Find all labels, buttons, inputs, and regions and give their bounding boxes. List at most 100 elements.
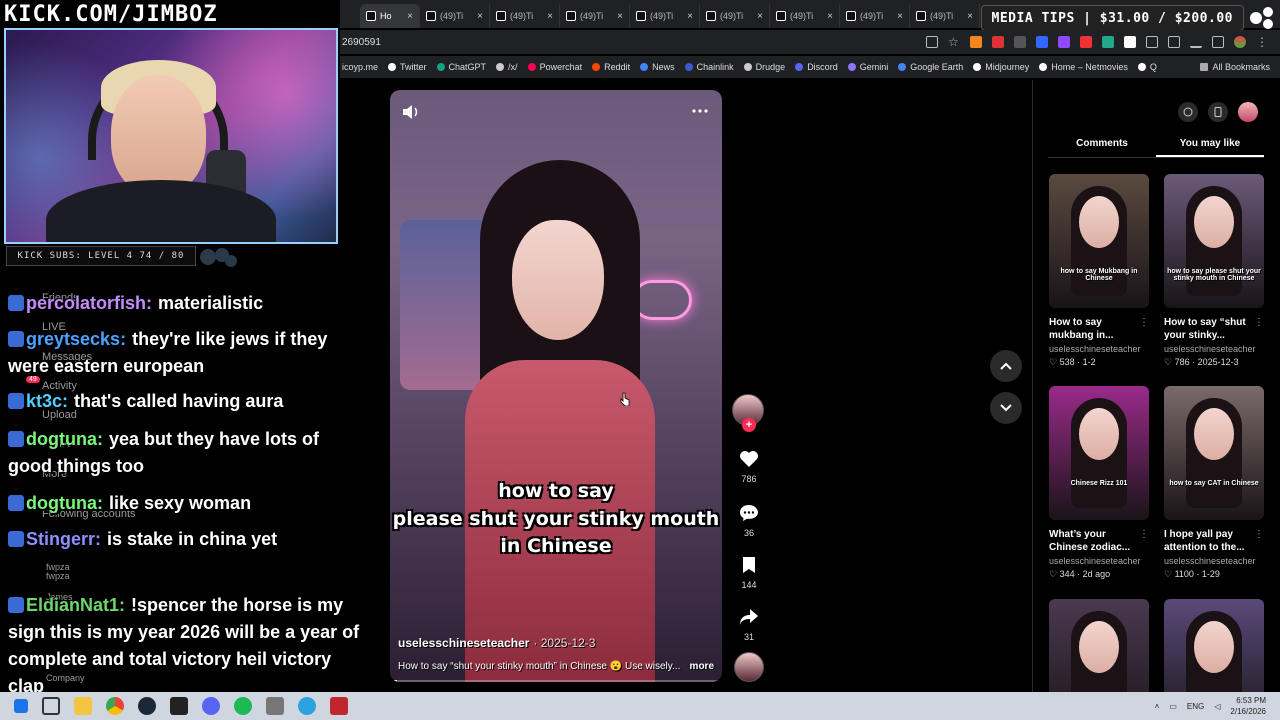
tab-close-icon[interactable]: × bbox=[617, 11, 623, 22]
bookmark-item[interactable]: News bbox=[640, 62, 675, 72]
chat-username[interactable]: Stingerr: bbox=[26, 529, 101, 549]
video-thumbnail[interactable]: Chinese Rizz 101 bbox=[1049, 386, 1149, 520]
video-thumbnail[interactable]: how to say please shut your stinky mouth… bbox=[1164, 174, 1264, 308]
browser-tab[interactable]: Ho × bbox=[360, 4, 420, 28]
chat-username[interactable]: greytsecks: bbox=[26, 329, 126, 349]
card-more-icon[interactable]: ⋮ bbox=[1139, 528, 1149, 554]
calendar-icon[interactable] bbox=[992, 36, 1004, 48]
video-thumbnail[interactable]: how to say Mukbang in Chinese bbox=[1049, 174, 1149, 308]
media-control-icon[interactable] bbox=[1212, 36, 1224, 48]
extension-icon[interactable] bbox=[1014, 36, 1026, 48]
follow-plus-icon[interactable]: + bbox=[742, 418, 756, 432]
phone-icon[interactable] bbox=[1208, 102, 1228, 122]
card-more-icon[interactable]: ⋮ bbox=[1254, 316, 1264, 342]
tab-close-icon[interactable]: × bbox=[757, 11, 763, 22]
bookmark-item[interactable]: Gemini bbox=[847, 62, 888, 72]
bookmark-item[interactable]: /x/ bbox=[496, 62, 518, 72]
card-author[interactable]: uselesschineseteacher bbox=[1164, 556, 1264, 566]
telegram-icon[interactable] bbox=[298, 697, 316, 715]
bookmark-item[interactable]: Midjourney bbox=[973, 62, 1029, 72]
card-title[interactable]: What’s your Chinese zodiac... bbox=[1049, 528, 1139, 554]
translate-icon[interactable] bbox=[1036, 36, 1048, 48]
network-icon[interactable]: ▭ bbox=[1169, 702, 1177, 711]
bookmark-item[interactable]: ChatGPT bbox=[436, 62, 486, 72]
bookmark-item[interactable]: Drudge bbox=[743, 62, 785, 72]
browser-tab[interactable]: (49)Ti × bbox=[490, 4, 560, 28]
video-player[interactable]: how to say please shut your stinky mouth… bbox=[390, 90, 722, 682]
bookmark-item[interactable]: Google Earth bbox=[898, 62, 963, 72]
volume-icon[interactable] bbox=[402, 104, 420, 120]
card-author[interactable]: uselesschineseteacher bbox=[1049, 556, 1149, 566]
chrome-icon[interactable] bbox=[106, 697, 124, 715]
tab-comments[interactable]: Comments bbox=[1048, 130, 1156, 157]
browser-tab[interactable]: (49)Ti × bbox=[910, 4, 980, 28]
share-button[interactable]: 31 bbox=[732, 608, 766, 642]
user-avatar[interactable] bbox=[1238, 102, 1258, 122]
settings-gear-icon[interactable] bbox=[266, 697, 284, 715]
task-view-icon[interactable] bbox=[42, 697, 60, 715]
share-icon[interactable] bbox=[926, 36, 938, 48]
browser-tab[interactable]: (49)Ti × bbox=[840, 4, 910, 28]
menu-icon[interactable]: ⋮ bbox=[1256, 36, 1268, 48]
more-options-icon[interactable] bbox=[692, 108, 708, 114]
browser-tab[interactable]: (49)Ti × bbox=[630, 4, 700, 28]
previous-video-button[interactable] bbox=[990, 350, 1022, 382]
url-text[interactable]: 2690591 bbox=[342, 37, 381, 48]
chat-username[interactable]: dogtuna: bbox=[26, 493, 103, 513]
author-name[interactable]: uselesschineseteacher bbox=[398, 636, 529, 650]
browser-tab[interactable]: (49)Ti × bbox=[560, 4, 630, 28]
creator-avatar-button[interactable]: + bbox=[732, 394, 766, 432]
recommended-video-card[interactable]: how to say CAT in Chinese I hope yall pay… bbox=[1164, 386, 1264, 580]
sidepanel-icon[interactable] bbox=[1168, 36, 1180, 48]
adobe-icon[interactable] bbox=[330, 697, 348, 715]
bookmark-item[interactable]: Chainlink bbox=[684, 62, 734, 72]
bookmark-item[interactable]: Discord bbox=[795, 62, 838, 72]
chat-username[interactable]: percolatorfish: bbox=[26, 293, 152, 313]
recommended-video-card[interactable]: Chinese Rizz 101 What’s your Chinese zodi… bbox=[1049, 386, 1149, 580]
card-title[interactable]: How to say mukbang in... bbox=[1049, 316, 1139, 342]
card-title[interactable]: I hope yall pay attention to the... bbox=[1164, 528, 1254, 554]
star-icon[interactable]: ☆ bbox=[948, 36, 960, 48]
video-author[interactable]: uselesschineseteacher · 2025-12-3 bbox=[398, 636, 595, 650]
steam-icon[interactable] bbox=[138, 697, 156, 715]
profile-avatar-icon[interactable] bbox=[1234, 36, 1246, 48]
windows-start-icon[interactable] bbox=[14, 699, 28, 713]
x-icon[interactable] bbox=[1124, 36, 1136, 48]
tab-close-icon[interactable]: × bbox=[827, 11, 833, 22]
next-video-button[interactable] bbox=[990, 392, 1022, 424]
card-author[interactable]: uselesschineseteacher bbox=[1164, 344, 1264, 354]
tray-chevron-icon[interactable]: ˄ bbox=[1155, 702, 1160, 711]
metamask-icon[interactable] bbox=[970, 36, 982, 48]
language-indicator[interactable]: ENG bbox=[1187, 702, 1204, 711]
browser-tab[interactable]: (49)Ti × bbox=[770, 4, 840, 28]
all-bookmarks-button[interactable]: All Bookmarks bbox=[1200, 62, 1280, 72]
browser-tab[interactable]: (49)Ti × bbox=[420, 4, 490, 28]
save-button[interactable]: 144 bbox=[732, 556, 766, 590]
volume-tray-icon[interactable]: ◁ bbox=[1214, 702, 1220, 711]
bookmark-item[interactable]: Home – Netmovies bbox=[1039, 62, 1128, 72]
more-link[interactable]: more bbox=[690, 661, 714, 672]
file-explorer-icon[interactable] bbox=[74, 697, 92, 715]
puzzle-icon[interactable] bbox=[1146, 36, 1158, 48]
bookmark-item[interactable]: Reddit bbox=[592, 62, 630, 72]
address-bar[interactable]: 2690591 ☆ ⋮ bbox=[340, 30, 1280, 54]
chat-username[interactable]: EldianNat1: bbox=[26, 595, 125, 615]
browser-tab[interactable]: (49)Ti × bbox=[700, 4, 770, 28]
clock[interactable]: 6:53 PM 2/16/2026 bbox=[1230, 695, 1266, 717]
bookmark-item[interactable]: Twitter bbox=[388, 62, 427, 72]
discord-icon[interactable] bbox=[202, 697, 220, 715]
like-button[interactable]: 786 bbox=[732, 450, 766, 484]
card-title[interactable]: How to say “shut your stinky... bbox=[1164, 316, 1254, 342]
recommended-video-card[interactable]: how to say Mukbang in Chinese How to say … bbox=[1049, 174, 1149, 368]
bookmark-item[interactable]: Powerchat bbox=[527, 62, 582, 72]
bookmark-item[interactable]: icoyp.me bbox=[342, 62, 378, 72]
tab-close-icon[interactable]: × bbox=[407, 11, 413, 22]
tab-close-icon[interactable]: × bbox=[687, 11, 693, 22]
terminal-icon[interactable] bbox=[170, 697, 188, 715]
compass-icon[interactable] bbox=[1178, 102, 1198, 122]
shop-icon[interactable] bbox=[1080, 36, 1092, 48]
tab-close-icon[interactable]: × bbox=[897, 11, 903, 22]
download-icon[interactable] bbox=[1190, 36, 1202, 48]
video-progress-bar[interactable] bbox=[390, 680, 722, 682]
chat-username[interactable]: kt3c: bbox=[26, 391, 68, 411]
